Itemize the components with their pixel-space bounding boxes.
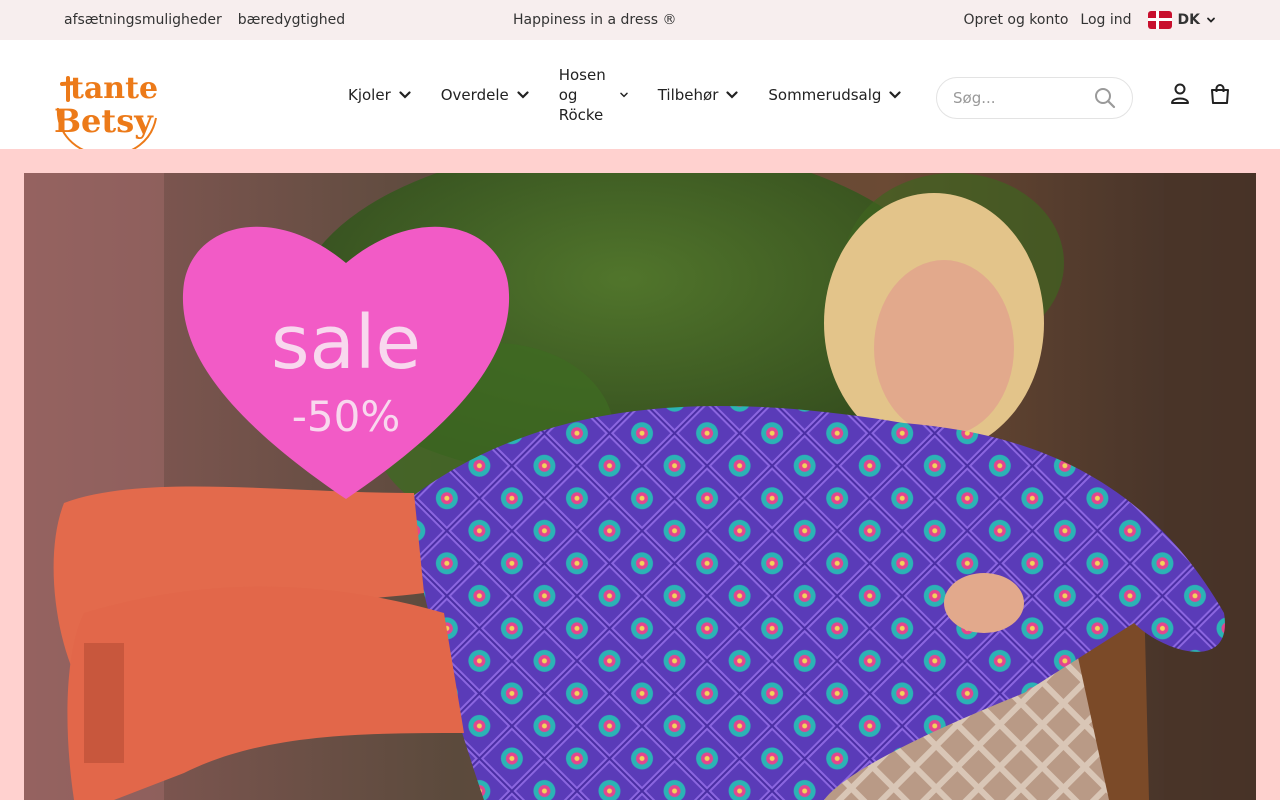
chevron-down-icon: [620, 92, 628, 97]
nav-item-label: Overdele: [440, 85, 509, 104]
nav-item-kjoler[interactable]: Kjoler: [348, 86, 411, 104]
country-selector[interactable]: DK: [1144, 11, 1216, 29]
logo-line1: tante: [70, 71, 158, 106]
top-bar: afsætningsmuligheder bæredygtighed Happi…: [0, 0, 1280, 40]
hero-banner[interactable]: sale -50%: [24, 173, 1256, 800]
hero-section: sale -50%: [0, 149, 1280, 800]
tagline: Happiness in a dress ®: [513, 12, 677, 28]
nav-item-label: Sommerudsalg: [768, 85, 882, 104]
nav-item-label: Tilbehør: [657, 85, 719, 104]
nav-item-sommerudsalg[interactable]: Sommerudsalg: [768, 85, 902, 104]
nav-item-tilbehor[interactable]: Tilbehør: [658, 86, 739, 104]
chevron-down-icon: [726, 90, 738, 99]
logo[interactable]: tante Betsy: [48, 60, 158, 157]
nav-item-overdele[interactable]: Overdele: [441, 86, 529, 104]
search-input[interactable]: [937, 89, 1087, 107]
top-bar-account: Opret og konto Log ind DK: [963, 0, 1216, 40]
login-link[interactable]: Log ind: [1080, 12, 1131, 28]
chevron-down-icon: [889, 90, 902, 99]
sale-discount: -50%: [292, 392, 401, 441]
logo-line2: Betsy: [54, 102, 154, 140]
nav-item-label-line: og: [558, 85, 578, 104]
top-bar-links: afsætningsmuligheder bæredygtighed: [64, 0, 345, 40]
chevron-down-icon: [399, 90, 411, 99]
create-account-link[interactable]: Opret og konto: [963, 12, 1068, 28]
country-code: DK: [1177, 12, 1200, 28]
link-sustainability[interactable]: bæredygtighed: [238, 12, 345, 28]
nav-item-hosen-og-roecke[interactable]: Hosen og Röcke: [559, 65, 628, 125]
flag-dk-icon: [1147, 11, 1172, 29]
site-header: tante Betsy Kjoler Overdele Hosen og Röc…: [0, 40, 1280, 157]
user-icon[interactable]: [1168, 82, 1192, 106]
shopping-bag-icon[interactable]: [1208, 82, 1232, 106]
sale-title: sale: [271, 300, 421, 386]
top-bar-tagline-wrap: Happiness in a dress ®: [513, 0, 677, 40]
hero-image: sale -50%: [24, 173, 1256, 800]
nav-item-label-line: Hosen: [558, 65, 606, 84]
nav-item-label: Kjoler: [348, 85, 391, 104]
nav-item-label: Hosen og Röcke: [559, 65, 606, 125]
chevron-down-icon: [1207, 17, 1215, 23]
nav-item-label-line: Röcke: [558, 105, 604, 124]
search-box: [936, 77, 1133, 119]
search-icon[interactable]: [1093, 86, 1117, 110]
logo-mark: tante Betsy: [54, 71, 158, 157]
chevron-down-icon: [517, 90, 529, 99]
main-nav: Kjoler Overdele Hosen og Röcke Tilbehør …: [348, 40, 902, 149]
link-sales-options[interactable]: afsætningsmuligheder: [64, 12, 222, 28]
